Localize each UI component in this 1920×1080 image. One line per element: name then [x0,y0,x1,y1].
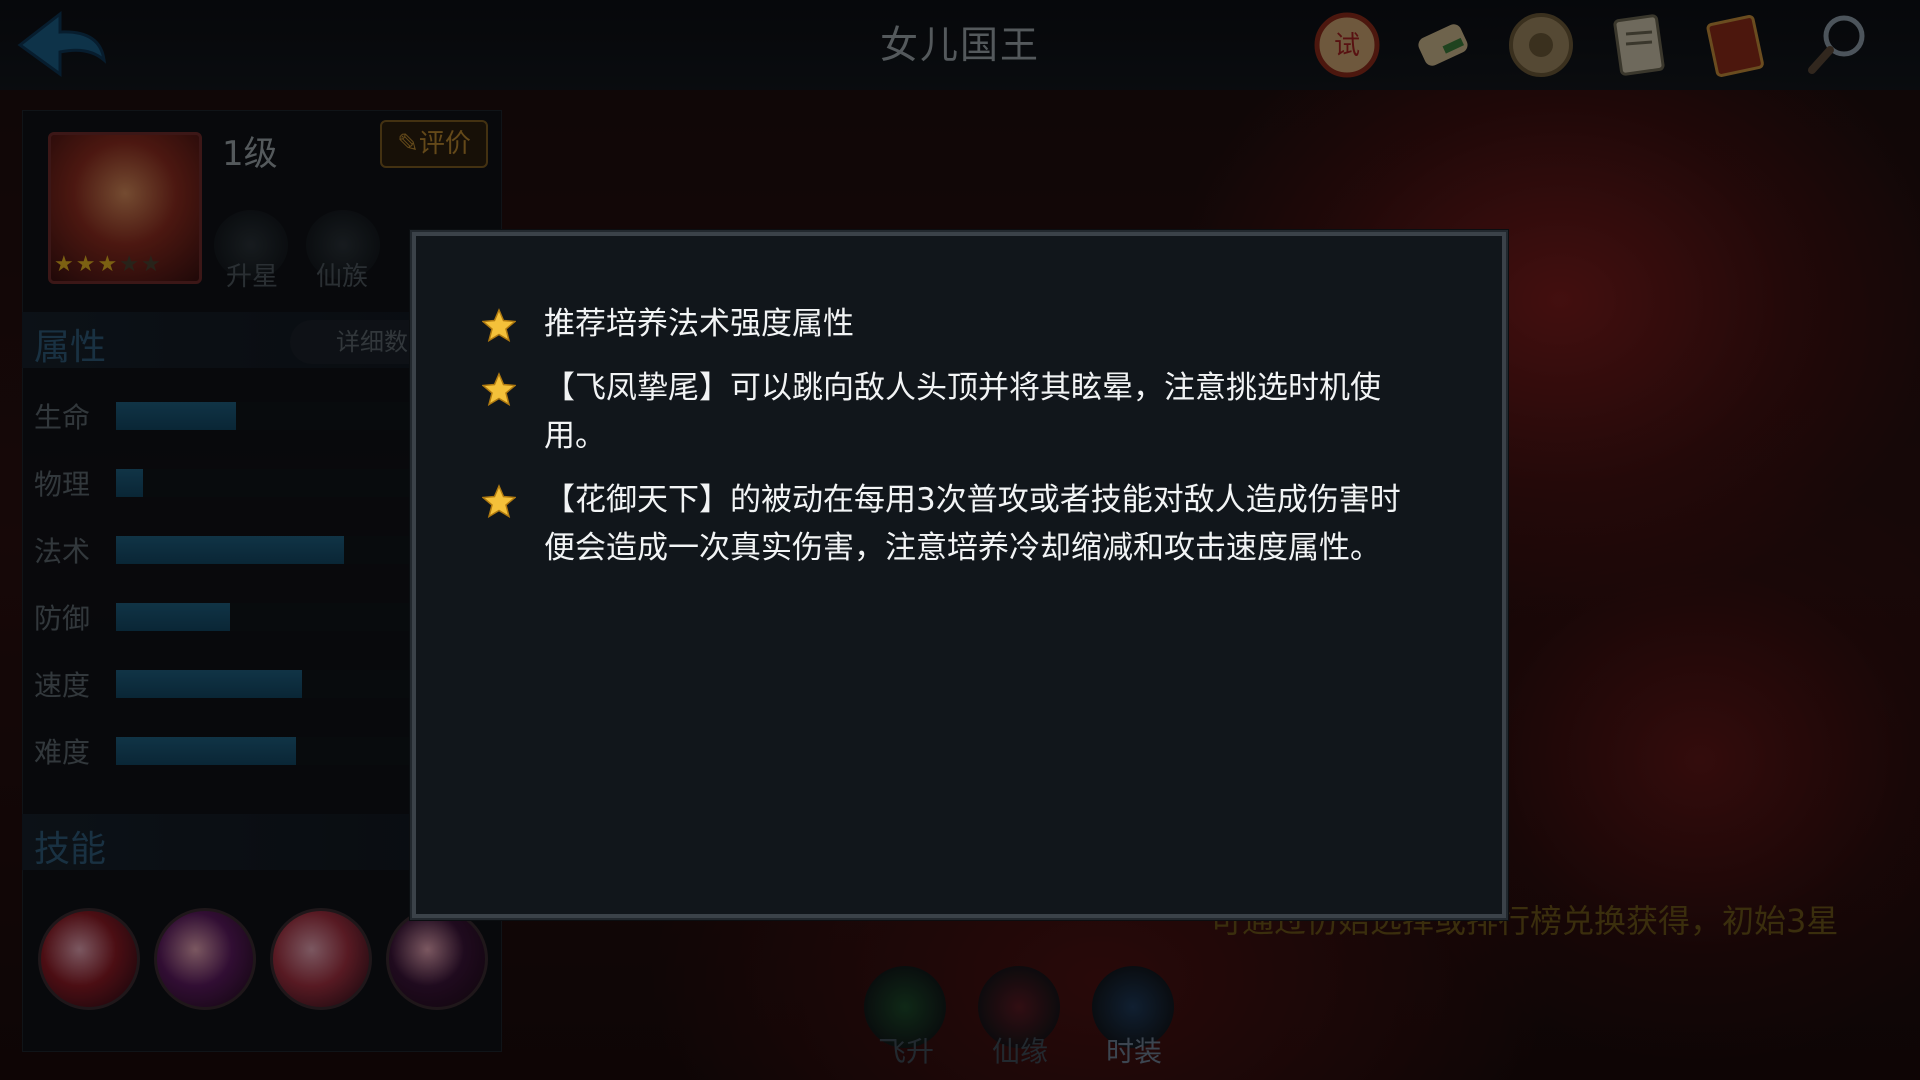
tip-text: 【飞凤挚尾】可以跳向敌人头顶并将其眩晕，注意挑选时机使用。 [544,370,1381,454]
tips-dialog[interactable]: 推荐培养法术强度属性【飞凤挚尾】可以跳向敌人头顶并将其眩晕，注意挑选时机使用。【… [410,230,1508,920]
star-bullet-icon [482,308,516,342]
star-bullet-icon [482,372,516,406]
tip-text: 【花御天下】的被动在每用3次普攻或者技能对敌人造成伤害时便会造成一次真实伤害，注… [544,482,1401,566]
star-bullet-icon [482,484,516,518]
tip-item: 【飞凤挚尾】可以跳向敌人头顶并将其眩晕，注意挑选时机使用。 [482,364,1422,460]
tip-text: 推荐培养法术强度属性 [544,306,854,342]
tips-list: 推荐培养法术强度属性【飞凤挚尾】可以跳向敌人头顶并将其眩晕，注意挑选时机使用。【… [482,300,1422,588]
tip-item: 推荐培养法术强度属性 [482,300,1422,348]
tip-item: 【花御天下】的被动在每用3次普攻或者技能对敌人造成伤害时便会造成一次真实伤害，注… [482,476,1422,572]
